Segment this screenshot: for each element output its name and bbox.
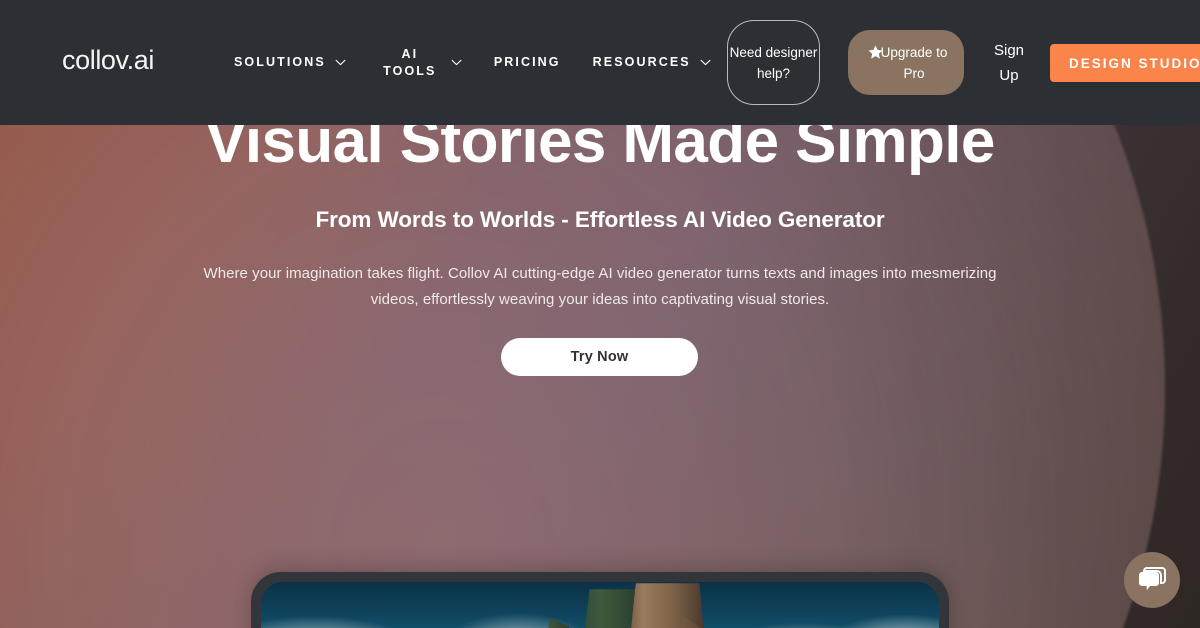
primary-navigation: SOLUTIONS AI TOOLS PRICING RESOURCES (218, 0, 727, 125)
design-studio-label: DESIGN STUDIO (1069, 55, 1200, 71)
hero-description: Where your imagination takes flight. Col… (203, 265, 997, 308)
video-cliff-rock (623, 583, 710, 628)
nav-item-label: AI TOOLS (383, 46, 437, 78)
nav-item-resources[interactable]: RESOURCES (577, 54, 727, 71)
chevron-down-icon (335, 59, 346, 66)
chat-bubbles-icon (1139, 567, 1166, 591)
nav-item-label: SOLUTIONS (234, 55, 326, 70)
sign-up-label: Sign Up (993, 42, 1025, 84)
nav-item-label: PRICING (493, 55, 561, 70)
need-designer-help-label: Need designer help? (729, 44, 818, 81)
video-preview-frame[interactable] (251, 572, 949, 628)
try-now-button[interactable]: Try Now (501, 338, 698, 376)
nav-item-ai-tools[interactable]: AI TOOLS (362, 46, 478, 80)
sign-up-button[interactable]: Sign Up (988, 38, 1030, 88)
design-studio-button[interactable]: DESIGN STUDIO (1050, 44, 1200, 82)
video-preview-screen[interactable] (261, 582, 939, 628)
try-now-label: Try Now (570, 349, 629, 365)
chevron-down-icon (700, 59, 711, 66)
star-icon (868, 45, 883, 59)
nav-item-solutions[interactable]: SOLUTIONS (218, 54, 362, 71)
need-designer-help-button[interactable]: Need designer help? (727, 20, 820, 105)
navbar: collov.ai SOLUTIONS AI TOOLS PRICING RES… (0, 0, 1200, 125)
nav-item-pricing[interactable]: PRICING (478, 54, 577, 71)
landing-page: collov.ai SOLUTIONS AI TOOLS PRICING RES… (0, 0, 1200, 628)
logo[interactable]: collov.ai (62, 47, 154, 74)
upgrade-to-pro-button[interactable]: Upgrade to Pro (848, 30, 964, 95)
chevron-down-icon (451, 59, 462, 66)
chat-widget-button[interactable] (1124, 552, 1180, 608)
nav-item-label: RESOURCES (592, 55, 691, 70)
hero-subtitle: From Words to Worlds - Effortless AI Vid… (315, 207, 885, 232)
